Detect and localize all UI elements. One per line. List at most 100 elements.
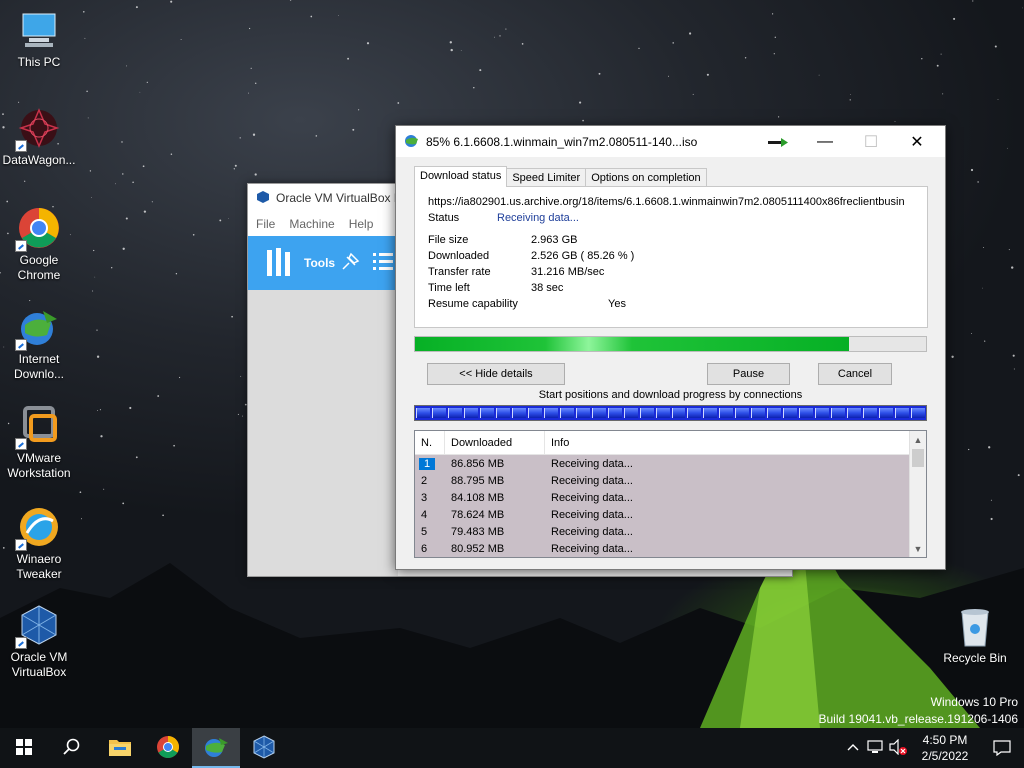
scroll-thumb[interactable] — [912, 449, 924, 467]
menu-machine[interactable]: Machine — [289, 217, 334, 231]
idm-titlebar[interactable]: 85% 6.1.6608.1.winmain_win7m2.080511-140… — [396, 126, 945, 157]
cancel-button[interactable]: Cancel — [818, 363, 892, 385]
cell-info: Receiving data... — [551, 525, 633, 538]
network-icon[interactable] — [864, 739, 886, 758]
winaero-icon — [15, 505, 61, 551]
connection-segment — [783, 408, 798, 418]
menu-help[interactable]: Help — [349, 217, 374, 231]
star — [940, 53, 942, 55]
pin-icon[interactable] — [339, 251, 361, 276]
clock[interactable]: 4:50 PM 2/5/2022 — [910, 732, 980, 764]
star — [89, 170, 92, 172]
show-hidden-icons-icon[interactable] — [842, 742, 864, 754]
maximize-button[interactable]: ☐ — [848, 126, 894, 157]
taskbar-virtualbox[interactable] — [240, 728, 288, 768]
hide-details-button[interactable]: << Hide details — [427, 363, 565, 385]
star — [894, 120, 896, 122]
star — [157, 395, 160, 397]
desktop-icon-chrome[interactable]: Google Chrome — [0, 206, 78, 283]
taskbar-chrome[interactable] — [144, 728, 192, 768]
star — [638, 47, 640, 50]
table-row[interactable]: 3 84.108 MB Receiving data... — [415, 489, 926, 506]
star — [29, 300, 31, 302]
selected-cell: 1 — [419, 457, 435, 470]
field-label: Transfer rate — [428, 266, 491, 278]
star — [237, 413, 239, 415]
table-row[interactable]: 1 86.856 MB Receiving data... — [415, 455, 926, 472]
idm-download-dialog[interactable]: 85% 6.1.6608.1.winmain_win7m2.080511-140… — [395, 125, 946, 570]
star — [977, 181, 979, 183]
star — [135, 456, 138, 459]
star — [139, 91, 141, 93]
connections-progress-bar — [414, 405, 927, 421]
minimize-button[interactable]: — — [802, 126, 848, 157]
column-header-n[interactable]: N. — [415, 431, 445, 455]
close-icon: ✕ — [910, 133, 924, 151]
star — [248, 27, 251, 30]
desktop-icon-idm[interactable]: Internet Downlo... — [0, 305, 78, 382]
table-row[interactable]: 4 78.624 MB Receiving data... — [415, 506, 926, 523]
star — [254, 82, 257, 85]
cell-n: 4 — [421, 508, 428, 521]
menu-file[interactable]: File — [256, 217, 275, 231]
desktop-icon-winaero[interactable]: Winaero Tweaker — [0, 505, 78, 582]
cell-n: 6 — [421, 542, 428, 555]
start-button[interactable] — [0, 728, 48, 768]
idm-title-icon — [404, 132, 420, 151]
connections-table-header: N. Downloaded Info — [415, 431, 926, 455]
star — [315, 135, 318, 137]
cell-n: 3 — [421, 491, 428, 504]
desktop-icon-recycle-bin[interactable]: Recycle Bin — [936, 604, 1014, 666]
scroll-down-icon[interactable]: ▼ — [910, 540, 926, 557]
column-header-info[interactable]: Info — [545, 431, 909, 455]
field-file-size: File size 2.963 GB — [428, 232, 914, 248]
star — [170, 0, 173, 3]
tab-download-status[interactable]: Download status — [414, 166, 508, 187]
search-button[interactable] — [48, 728, 96, 768]
table-row[interactable]: 2 88.795 MB Receiving data... — [415, 472, 926, 489]
connection-segment — [767, 408, 782, 418]
star — [505, 28, 507, 30]
cell-n: 5 — [421, 525, 428, 538]
list-menu-icon[interactable] — [371, 250, 395, 277]
desktop-icon-virtualbox[interactable]: Oracle VM VirtualBox — [0, 603, 78, 680]
taskbar-file-explorer[interactable] — [96, 728, 144, 768]
star — [233, 168, 235, 170]
table-row[interactable]: 6 80.952 MB Receiving data... — [415, 540, 926, 557]
connection-segment — [447, 408, 462, 418]
star — [247, 92, 249, 94]
connection-segment — [623, 408, 638, 418]
desktop-icon-vmware[interactable]: VMware Workstation — [0, 404, 78, 481]
star — [744, 57, 747, 59]
star — [92, 290, 94, 292]
star — [126, 65, 128, 67]
star — [83, 11, 85, 13]
desktop-icon-this-pc[interactable]: This PC — [0, 8, 78, 70]
notifications-icon[interactable] — [980, 740, 1024, 756]
table-row[interactable]: 5 79.483 MB Receiving data... — [415, 523, 926, 540]
column-header-downloaded[interactable]: Downloaded — [445, 431, 545, 455]
volume-muted-icon[interactable] — [886, 738, 910, 758]
connection-segment — [879, 408, 894, 418]
cell-info: Receiving data... — [551, 542, 633, 555]
star — [1022, 7, 1023, 9]
tools-item[interactable]: Tools — [248, 236, 398, 290]
tab-options-on-completion[interactable]: Options on completion — [585, 168, 707, 187]
star — [849, 99, 851, 101]
star — [358, 109, 360, 111]
star — [192, 234, 195, 236]
star — [850, 94, 851, 95]
scroll-up-icon[interactable]: ▲ — [910, 431, 926, 448]
star — [936, 64, 939, 67]
taskbar-idm[interactable] — [192, 728, 240, 768]
table-scrollbar[interactable]: ▲ ▼ — [909, 431, 926, 557]
status-label: Status — [428, 212, 460, 224]
connection-segment — [416, 408, 430, 418]
close-button[interactable]: ✕ — [894, 126, 940, 157]
tab-speed-limiter[interactable]: Speed Limiter — [506, 168, 587, 187]
pause-button[interactable]: Pause — [707, 363, 790, 385]
star — [1013, 368, 1015, 370]
desktop-icon-datawagon[interactable]: DataWagon... — [0, 106, 78, 168]
connections-table[interactable]: N. Downloaded Info 1 86.856 MB Receiving d… — [414, 430, 927, 558]
cell-n: 2 — [421, 474, 428, 487]
